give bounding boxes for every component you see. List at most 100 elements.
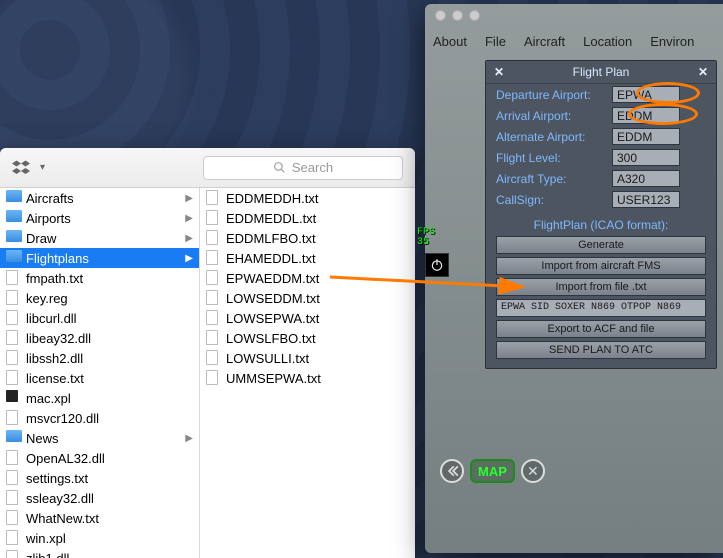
- import-fms-button[interactable]: Import from aircraft FMS: [496, 257, 706, 275]
- file-label: EPWAEDDM.txt: [226, 271, 394, 286]
- alternate-label: Alternate Airport:: [496, 130, 606, 144]
- finder-item[interactable]: Draw▶: [0, 228, 199, 248]
- document-icon: [206, 190, 222, 206]
- file-label: license.txt: [26, 371, 193, 386]
- finder-item[interactable]: Flightplans▶: [0, 248, 199, 268]
- finder-item[interactable]: mac.xpl: [0, 388, 199, 408]
- document-icon: [206, 210, 222, 226]
- document-icon: [6, 310, 22, 326]
- finder-item[interactable]: News▶: [0, 428, 199, 448]
- finder-item[interactable]: msvcr120.dll: [0, 408, 199, 428]
- folder-icon: [6, 230, 22, 246]
- document-icon: [206, 270, 222, 286]
- folder-icon: [6, 250, 22, 266]
- finder-item[interactable]: LOWSEPWA.txt: [200, 308, 400, 328]
- document-icon: [206, 250, 222, 266]
- finder-item[interactable]: EHAMEDDL.txt: [200, 248, 400, 268]
- finder-item[interactable]: OpenAL32.dll: [0, 448, 199, 468]
- map-button[interactable]: MAP: [470, 459, 515, 483]
- callsign-input[interactable]: [612, 191, 680, 208]
- file-label: EDDMEDDL.txt: [226, 211, 394, 226]
- folder-icon: [6, 210, 22, 226]
- document-icon: [206, 310, 222, 326]
- file-label: settings.txt: [26, 471, 193, 486]
- close-icon[interactable]: ✕: [492, 65, 506, 79]
- finder-item[interactable]: EPWAEDDM.txt: [200, 268, 400, 288]
- finder-item[interactable]: libcurl.dll: [0, 308, 199, 328]
- arrival-label: Arrival Airport:: [496, 109, 606, 123]
- dropbox-icon[interactable]: [12, 159, 30, 177]
- departure-label: Departure Airport:: [496, 88, 606, 102]
- sim-menubar: About File Aircraft Location Environ: [425, 30, 723, 52]
- finder-item[interactable]: EDDMEDDH.txt: [200, 188, 400, 208]
- finder-item[interactable]: settings.txt: [0, 468, 199, 488]
- flightlevel-label: Flight Level:: [496, 151, 606, 165]
- departure-input[interactable]: [612, 86, 680, 103]
- export-button[interactable]: Export to ACF and file: [496, 320, 706, 338]
- finder-item[interactable]: libeay32.dll: [0, 328, 199, 348]
- arrival-input[interactable]: [612, 107, 680, 124]
- finder-item[interactable]: libssh2.dll: [0, 348, 199, 368]
- finder-item[interactable]: LOWSEDDM.txt: [200, 288, 400, 308]
- finder-item[interactable]: license.txt: [0, 368, 199, 388]
- flightlevel-input[interactable]: [612, 149, 680, 166]
- document-icon: [6, 470, 22, 486]
- minimize-traffic-light[interactable]: [452, 10, 463, 21]
- menu-about[interactable]: About: [433, 34, 467, 49]
- finder-item[interactable]: LOWSULLI.txt: [200, 348, 400, 368]
- menu-location[interactable]: Location: [583, 34, 632, 49]
- file-label: libssh2.dll: [26, 351, 193, 366]
- finder-search[interactable]: Search: [203, 156, 403, 180]
- chevron-right-icon: ▶: [185, 193, 193, 204]
- finder-item[interactable]: EDDMLFBO.txt: [200, 228, 400, 248]
- hud-fps: FPS 35: [417, 228, 435, 248]
- close-traffic-light[interactable]: [435, 10, 446, 21]
- send-atc-button[interactable]: SEND PLAN TO ATC: [496, 341, 706, 359]
- close-circle-icon[interactable]: ✕: [521, 459, 545, 483]
- finder-item[interactable]: win.xpl: [0, 528, 199, 548]
- chevron-right-icon: ▶: [185, 253, 193, 264]
- document-icon: [6, 410, 22, 426]
- file-label: mac.xpl: [26, 391, 193, 406]
- chevron-right-icon: ▶: [185, 213, 193, 224]
- finder-item[interactable]: Aircrafts ▶: [0, 188, 199, 208]
- file-label: LOWSEDDM.txt: [226, 291, 394, 306]
- zoom-traffic-light[interactable]: [469, 10, 480, 21]
- file-label: libeay32.dll: [26, 331, 193, 346]
- finder-item[interactable]: ssleay32.dll: [0, 488, 199, 508]
- file-label: key.reg: [26, 291, 193, 306]
- close-icon-right[interactable]: ✕: [696, 65, 710, 79]
- file-label: EHAMEDDL.txt: [226, 251, 394, 266]
- window-controls: [435, 10, 480, 21]
- finder-item[interactable]: key.reg: [0, 288, 199, 308]
- document-icon: [206, 370, 222, 386]
- file-label: Draw: [26, 231, 181, 246]
- chevron-right-icon: ▶: [185, 433, 193, 444]
- finder-item[interactable]: WhatNew.txt: [0, 508, 199, 528]
- route-display[interactable]: EPWA SID SOXER N869 OTPOP N869: [496, 299, 706, 317]
- finder-item[interactable]: EDDMEDDL.txt: [200, 208, 400, 228]
- power-icon[interactable]: [425, 253, 449, 277]
- finder-item[interactable]: fmpath.txt: [0, 268, 199, 288]
- back-icon[interactable]: [440, 459, 464, 483]
- file-label: libcurl.dll: [26, 311, 193, 326]
- file-label: Aircrafts: [26, 191, 181, 206]
- finder-item[interactable]: UMMSEPWA.txt: [200, 368, 400, 388]
- menu-aircraft[interactable]: Aircraft: [524, 34, 565, 49]
- menu-environ[interactable]: Environ: [650, 34, 694, 49]
- alternate-input[interactable]: [612, 128, 680, 145]
- menu-file[interactable]: File: [485, 34, 506, 49]
- file-label: LOWSULLI.txt: [226, 351, 394, 366]
- aircrafttype-input[interactable]: [612, 170, 680, 187]
- finder-item[interactable]: Airports▶: [0, 208, 199, 228]
- generate-button[interactable]: Generate: [496, 236, 706, 254]
- file-label: WhatNew.txt: [26, 511, 193, 526]
- file-label: EDDMEDDH.txt: [226, 191, 394, 206]
- file-label: EDDMLFBO.txt: [226, 231, 394, 246]
- file-label: LOWSEPWA.txt: [226, 311, 394, 326]
- hud-fps-value: 35: [417, 238, 435, 248]
- dropdown-chevron-icon[interactable]: ▾: [40, 162, 45, 173]
- folder-icon: [6, 190, 22, 206]
- finder-item[interactable]: LOWSLFBO.txt: [200, 328, 400, 348]
- import-file-button[interactable]: Import from file .txt: [496, 278, 706, 296]
